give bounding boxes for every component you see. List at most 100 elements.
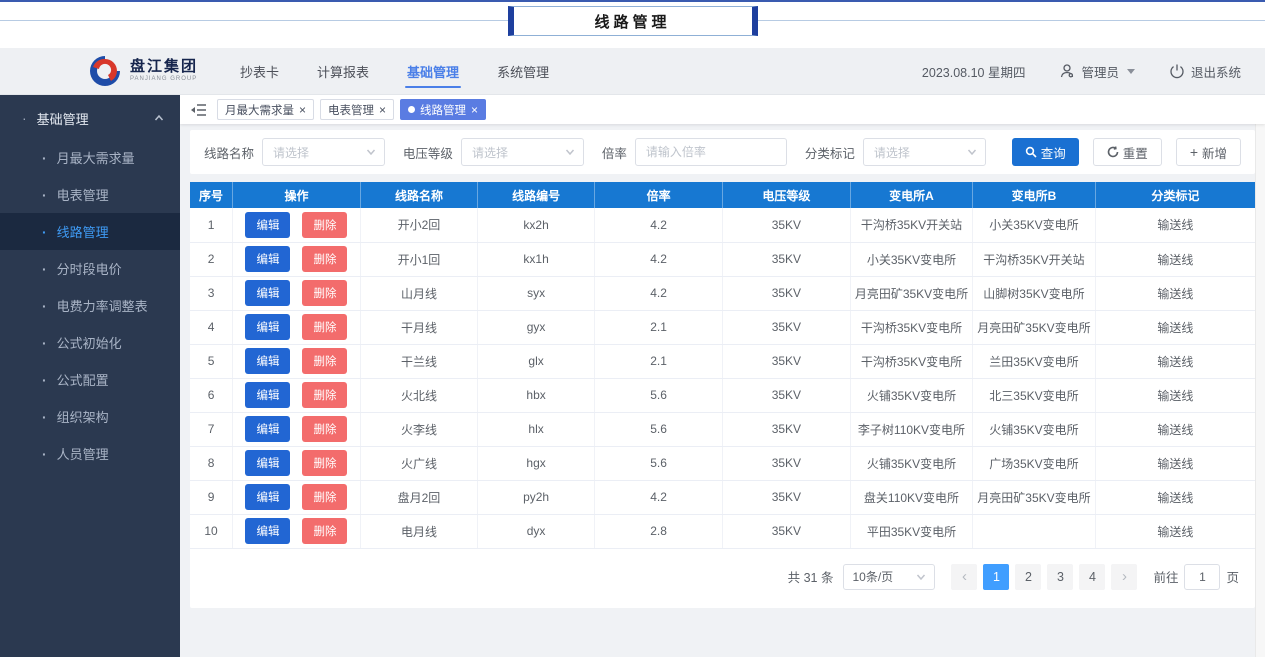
edit-button[interactable]: 编辑 [245,382,291,408]
nav-item[interactable]: 基础管理 [405,48,462,94]
nav-item[interactable]: 计算报表 [317,48,369,94]
ratio-input[interactable] [634,138,787,166]
sidebar-item[interactable]: · 电费力率调整表 [0,287,180,324]
close-icon[interactable]: × [299,104,306,116]
sidebar-item[interactable]: · 分时段电价 [0,250,180,287]
cell-actions: 编辑 删除 [232,344,361,379]
page-button[interactable]: 3 [1047,563,1074,590]
cell-no: 10 [190,514,234,549]
sidebar-item-label: 线路管理 [56,225,109,240]
goto-page-input[interactable] [1184,563,1221,590]
cell-code: syx [477,276,596,311]
page-button[interactable]: 1 [983,563,1010,590]
edit-button[interactable]: 编辑 [245,211,291,238]
edit-button[interactable]: 编辑 [245,348,291,374]
bullet-icon: · [42,297,47,314]
delete-button[interactable]: 删除 [302,280,348,306]
voltage-select[interactable]: 请选择 [460,138,584,166]
delete-button[interactable]: 删除 [302,382,348,408]
cell-category: 输送线 [1095,344,1255,379]
cell-category: 输送线 [1095,276,1255,311]
cell-no: 7 [190,412,234,447]
page-button[interactable]: 2 [1015,563,1042,590]
cell-sub_b: 北三35KV变电所 [972,378,1096,413]
page-button[interactable]: 4 [1079,563,1106,590]
user-menu[interactable]: 管理员 [1059,62,1135,81]
column-header: 电压等级 [722,182,851,208]
cell-actions: 编辑 删除 [232,276,361,311]
table-row: 6 编辑 删除 火北线 hbx 5.6 35KV 火铺35KV变电所 北三35KV变电所 输送线 [190,378,1255,413]
active-tab-dot-icon [408,106,416,113]
sidebar-item[interactable]: · 公式配置 [0,361,180,398]
cell-no: 8 [190,446,234,481]
tabs: 月最大需求量 × 电表管理 × 线路管理 × [217,99,487,120]
scrollbar[interactable] [1255,95,1265,657]
sidebar-item[interactable]: · 月最大需求量 [0,139,180,176]
app-header: 盘江集团 PANJIANG GROUP 抄表卡 计算报表 基础管理 系统管理 2023… [0,48,1265,95]
edit-button[interactable]: 编辑 [245,280,291,306]
tab[interactable]: 电表管理 × [320,99,395,120]
plus-icon: + [1189,144,1198,160]
cell-sub_b: 月亮田矿35KV变电所 [972,310,1096,345]
delete-button[interactable]: 删除 [302,211,348,238]
cell-sub_b: 小关35KV变电所 [972,208,1096,243]
edit-button[interactable]: 编辑 [245,484,291,510]
table-head-row: 序号 操作 线路名称 线路编号 倍率 电压等级 变电所A 变电所B 分类标记 [190,182,1255,208]
nav-item[interactable]: 抄表卡 [240,48,279,94]
search-button[interactable]: 查询 [1011,138,1079,166]
prev-page-button[interactable]: ‹ [951,563,978,590]
delete-button[interactable]: 删除 [302,484,348,510]
column-header: 序号 [190,182,234,208]
sidebar-item[interactable]: · 组织架构 [0,398,180,435]
delete-button[interactable]: 删除 [302,314,348,340]
cell-sub_b: 干沟桥35KV开关站 [972,242,1096,277]
edit-button[interactable]: 编辑 [245,314,291,340]
reset-button[interactable]: 重置 [1092,138,1162,166]
page-size-select[interactable]: 10条/页 [843,563,936,590]
sidebar-item[interactable]: · 电表管理 [0,176,180,213]
cell-ratio: 4.2 [594,276,723,311]
refresh-icon [1107,146,1119,158]
tab[interactable]: 线路管理 × [400,99,487,120]
category-select[interactable]: 请选择 [862,138,986,166]
user-name: 管理员 [1081,65,1119,80]
line-name-select[interactable]: 请选择 [262,138,385,166]
cell-name: 盘月2回 [360,480,479,515]
delete-button[interactable]: 删除 [302,348,348,374]
page-title-bar: 线路管理 [0,0,1265,48]
column-header: 线路名称 [360,182,479,208]
logout-button[interactable]: 退出系统 [1169,62,1241,81]
edit-button[interactable]: 编辑 [245,518,291,544]
cell-ratio: 4.2 [594,208,723,243]
cell-actions: 编辑 删除 [232,514,361,549]
nav-item[interactable]: 系统管理 [497,48,549,94]
close-icon[interactable]: × [379,104,386,116]
tab[interactable]: 月最大需求量 × [217,99,315,120]
cell-ratio: 5.6 [594,446,723,481]
edit-button[interactable]: 编辑 [245,450,291,476]
tab-label: 月最大需求量 [225,104,294,117]
sidebar-item[interactable]: · 线路管理 [0,213,180,250]
chevron-down-icon [967,149,976,156]
table-body: 1 编辑 删除 开小2回 kx2h 4.2 35KV 干沟桥35KV开关站 小关35KV变电所输… [190,208,1255,549]
sidebar-item[interactable]: · 公式初始化 [0,324,180,361]
next-page-button[interactable]: › [1111,563,1138,590]
close-icon[interactable]: × [471,104,478,116]
cell-ratio: 5.6 [594,378,723,413]
collapse-menu-icon[interactable] [190,103,207,117]
sidebar-item[interactable]: · 人员管理 [0,435,180,472]
cell-actions: 编辑 删除 [232,446,361,481]
edit-button[interactable]: 编辑 [245,246,291,272]
sidebar-item-label: 公式配置 [56,373,109,388]
add-button[interactable]: + 新增 [1175,138,1242,166]
table-row: 1 编辑 删除 开小2回 kx2h 4.2 35KV 干沟桥35KV开关站 小关35KV变电所输… [190,208,1255,243]
sidebar-item-label: 电费力率调整表 [56,299,148,314]
delete-button[interactable]: 删除 [302,416,348,442]
line-name-label: 线路名称 [204,146,255,161]
edit-button[interactable]: 编辑 [245,416,291,442]
delete-button[interactable]: 删除 [302,246,348,272]
delete-button[interactable]: 删除 [302,518,348,544]
delete-button[interactable]: 删除 [302,450,348,476]
tab-label: 电表管理 [328,104,375,117]
sidebar-group-basic-mgmt[interactable]: · 基础管理 [0,97,180,139]
